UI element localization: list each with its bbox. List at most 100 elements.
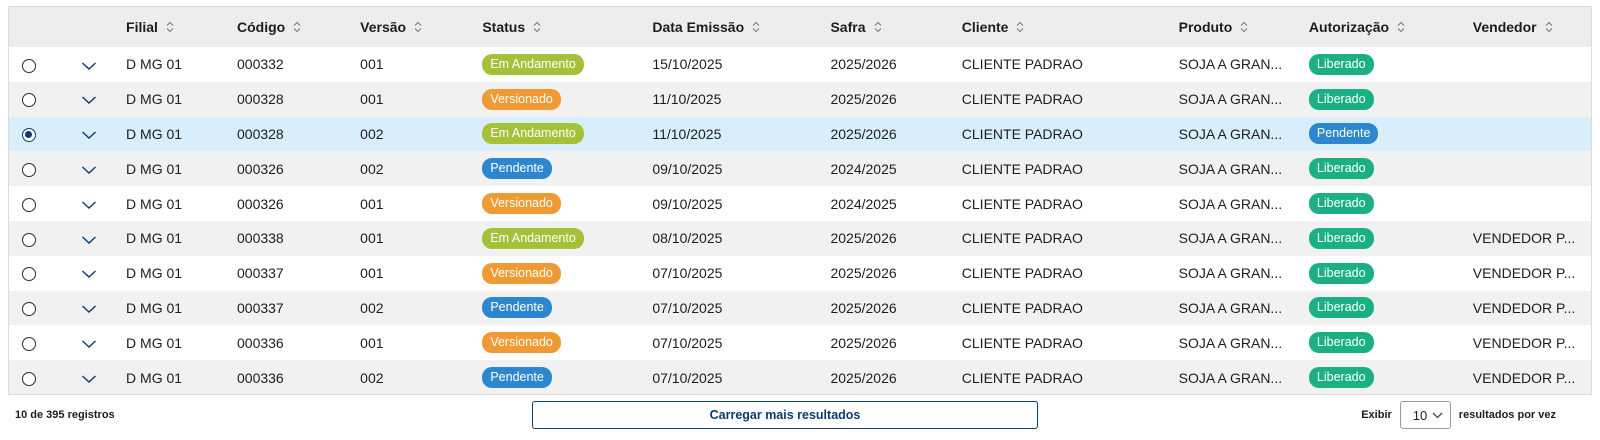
select-cell <box>9 291 60 326</box>
chevron-down-icon[interactable] <box>81 374 97 384</box>
row-select-radio[interactable] <box>22 93 36 108</box>
chevron-down-icon[interactable] <box>81 339 97 349</box>
cell-cliente: CLIENTE PADRAO <box>961 230 1083 247</box>
column-header-filial[interactable]: Filial <box>126 7 237 47</box>
column-header-versao[interactable]: Versão <box>360 7 482 47</box>
status-badge: Em Andamento <box>482 227 584 249</box>
column-header-status[interactable]: Status <box>482 7 652 47</box>
sort-arrows-icon[interactable] <box>414 21 422 33</box>
cell-safra: 2025/2026 <box>830 334 897 351</box>
row-select-radio[interactable] <box>22 267 36 282</box>
table-row[interactable]: D MG 01 000326 002 Pendente 09/10/2025 2024/2… <box>9 151 1591 187</box>
row-select-radio[interactable] <box>22 336 36 351</box>
cell-produto: SOJA A GRAN... <box>1178 265 1283 282</box>
row-select-radio[interactable] <box>22 128 36 143</box>
column-header-label: Cliente <box>961 19 1009 35</box>
column-header-vendedor[interactable]: Vendedor <box>1473 7 1591 47</box>
chevron-down-icon[interactable] <box>81 269 97 279</box>
column-header-produto[interactable]: Produto <box>1179 7 1309 47</box>
row-select-radio[interactable] <box>22 371 36 386</box>
table-row[interactable]: D MG 01 000326 001 Versionado 09/10/2025 2024… <box>9 186 1591 221</box>
chevron-down-icon[interactable] <box>81 304 97 314</box>
chevron-down-icon[interactable] <box>81 165 97 175</box>
cell-codigo: 000332 <box>237 56 284 73</box>
cell-data-emissao: 11/10/2025 <box>652 125 722 142</box>
cell-data-emissao: 09/10/2025 <box>652 160 723 177</box>
sort-arrows-icon[interactable] <box>166 21 174 33</box>
authorization-badge: Liberado <box>1308 88 1374 110</box>
status-badge: Versionado <box>482 88 561 110</box>
cell-data-emissao: 11/10/2025 <box>652 91 722 108</box>
status-badge: Versionado <box>482 193 561 215</box>
row-select-radio[interactable] <box>22 197 36 212</box>
cell-cliente: CLIENTE PADRAO <box>961 265 1083 282</box>
page-size-select[interactable]: 10 <box>1399 401 1451 429</box>
cell-status: Em Andamento <box>482 221 652 256</box>
authorization-badge: Liberado <box>1308 53 1374 75</box>
column-header-label: Autorização <box>1308 19 1390 35</box>
sort-arrows-icon[interactable] <box>874 21 882 33</box>
status-badge: Pendente <box>482 297 552 319</box>
authorization-badge: Liberado <box>1308 262 1374 284</box>
cell-safra: 2025/2026 <box>830 299 897 316</box>
cell-autorizacao: Liberado <box>1308 47 1473 82</box>
cell-codigo: 000338 <box>237 230 284 247</box>
authorization-badge: Liberado <box>1308 367 1374 389</box>
page-size-value: 10 <box>1412 407 1428 423</box>
cell-autorizacao: Liberado <box>1308 360 1473 394</box>
sort-arrows-icon[interactable] <box>293 21 301 33</box>
authorization-badge: Liberado <box>1308 158 1374 180</box>
cell-vendedor: VENDEDOR P... <box>1472 265 1576 282</box>
chevron-down-icon[interactable] <box>81 200 97 210</box>
table-row[interactable]: D MG 01 000337 002 Pendente 07/10/2025 2025/2… <box>9 290 1591 326</box>
column-header-cliente[interactable]: Cliente <box>962 7 1179 47</box>
cell-vendedor <box>1473 82 1591 117</box>
cell-filial: D MG 01 <box>126 125 183 142</box>
row-select-radio[interactable] <box>22 162 36 177</box>
load-more-button[interactable]: Carregar mais resultados <box>532 401 1038 429</box>
column-header-safra[interactable]: Safra <box>830 7 961 47</box>
column-header-label: Filial <box>126 19 158 35</box>
column-header-autorizacao[interactable]: Autorização <box>1309 7 1473 47</box>
table-row[interactable]: D MG 01 000337 001 Versionado 07/10/2025 2025… <box>9 255 1591 291</box>
chevron-down-icon[interactable] <box>81 61 97 71</box>
sort-arrows-icon[interactable] <box>1545 21 1553 33</box>
cell-vendedor <box>1473 151 1591 186</box>
per-page-label: resultados por vez <box>1458 409 1556 421</box>
row-select-radio[interactable] <box>22 232 36 247</box>
data-grid: Filial Código Versão Status Data Emissão Safr… <box>8 6 1592 395</box>
row-select-radio[interactable] <box>22 302 36 317</box>
chevron-down-icon[interactable] <box>81 130 97 140</box>
cell-vendedor <box>1473 186 1591 221</box>
column-header-label: Status <box>482 19 526 35</box>
table-row[interactable]: D MG 01 000328 001 Versionado 11/10/2025 2025… <box>9 81 1591 117</box>
row-select-radio[interactable] <box>22 58 36 73</box>
table-row[interactable]: D MG 01 000338 001 Em Andamento 08/10/2025 20… <box>9 220 1591 256</box>
sort-arrows-icon[interactable] <box>1240 21 1248 33</box>
table-row[interactable]: D MG 01 000332 001 Em Andamento 15/10/2025 20… <box>9 47 1591 82</box>
table-row[interactable]: D MG 01 000328 002 Em Andamento 11/10/2025 20… <box>9 116 1591 152</box>
select-cell <box>9 47 60 82</box>
authorization-badge: Liberado <box>1308 193 1374 215</box>
cell-codigo: 000337 <box>237 299 284 316</box>
status-badge: Em Andamento <box>482 53 584 75</box>
cell-cliente: CLIENTE PADRAO <box>961 334 1083 351</box>
expand-cell <box>60 186 126 221</box>
cell-codigo: 000336 <box>237 369 284 386</box>
sort-arrows-icon[interactable] <box>752 21 760 33</box>
column-header-codigo[interactable]: Código <box>237 7 360 47</box>
chevron-down-icon[interactable] <box>81 235 97 245</box>
cell-cliente: CLIENTE PADRAO <box>961 125 1083 142</box>
sort-arrows-icon[interactable] <box>1397 21 1405 33</box>
chevron-down-icon[interactable] <box>81 95 97 105</box>
table-header-row: Filial Código Versão Status Data Emissão Safr… <box>9 7 1591 47</box>
table-row[interactable]: D MG 01 000336 001 Versionado 07/10/2025 2025… <box>9 325 1591 361</box>
cell-autorizacao: Liberado <box>1308 221 1473 256</box>
column-header-data-emissao[interactable]: Data Emissão <box>652 7 830 47</box>
cell-versao: 001 <box>360 265 384 282</box>
expand-cell <box>60 82 126 117</box>
sort-arrows-icon[interactable] <box>533 21 541 33</box>
sort-arrows-icon[interactable] <box>1016 21 1024 33</box>
table-row[interactable]: D MG 01 000336 002 Pendente 07/10/2025 2025/2… <box>9 360 1591 394</box>
expand-cell <box>60 256 126 291</box>
